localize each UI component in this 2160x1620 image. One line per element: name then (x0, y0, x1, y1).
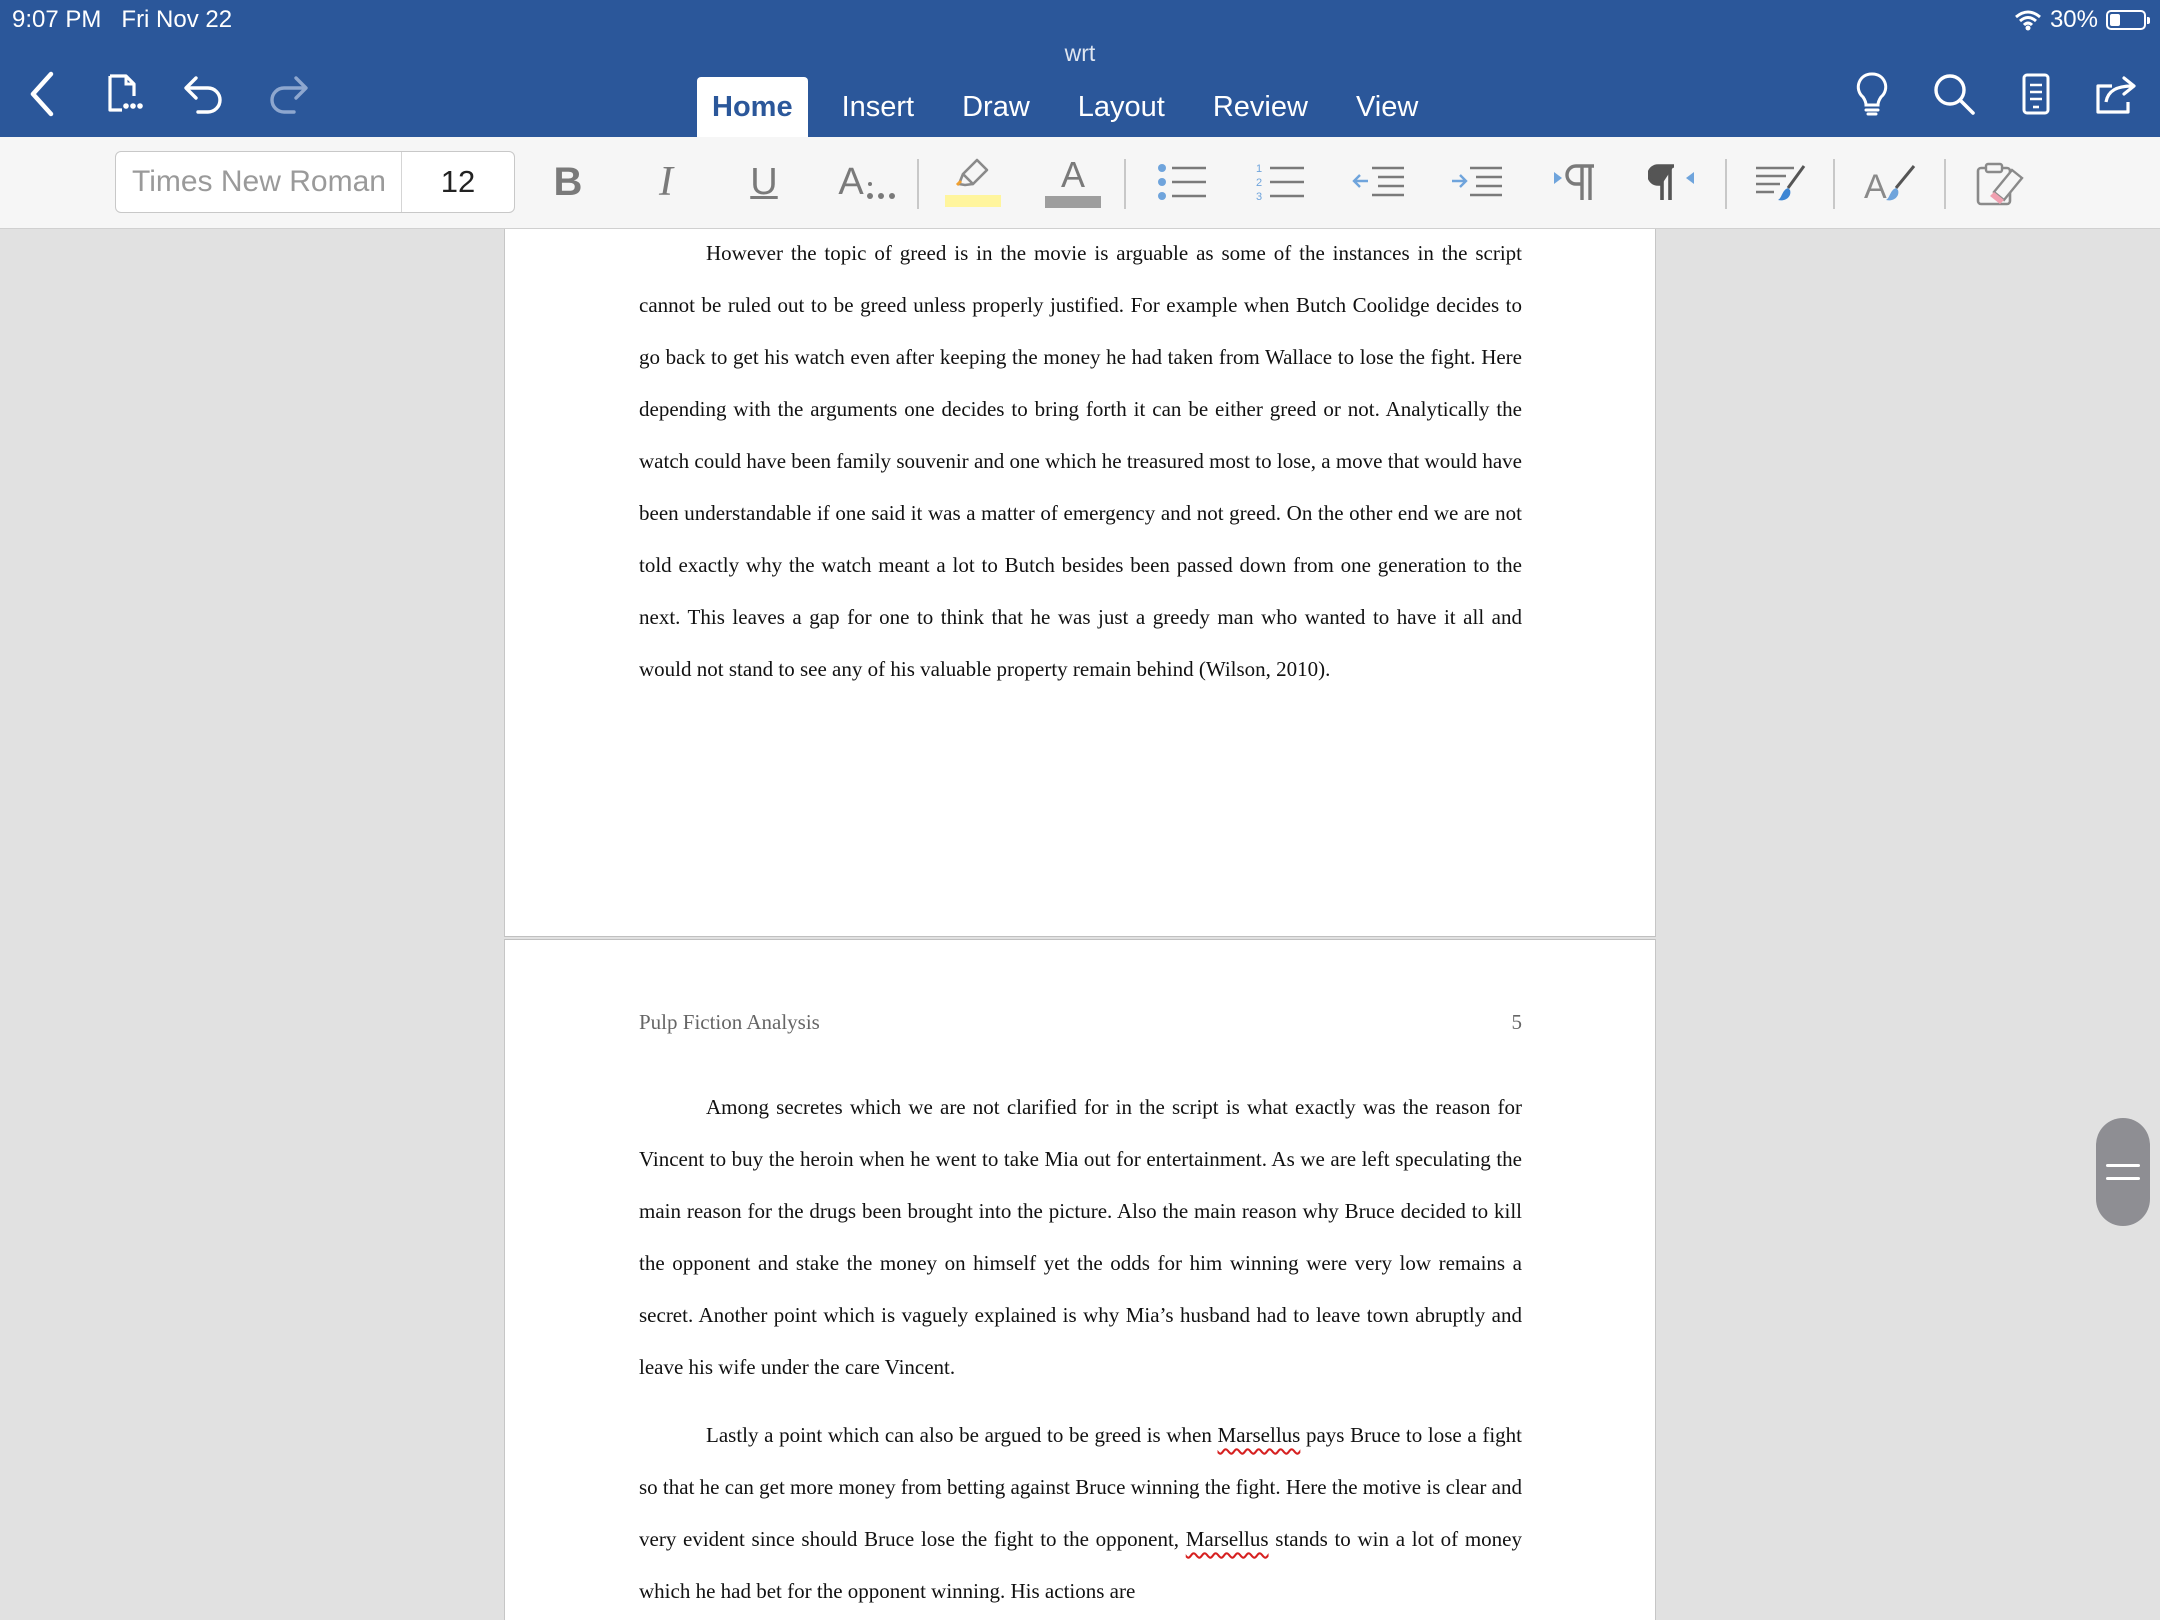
page-body: Among secretes which we are not clarifie… (639, 1081, 1522, 1617)
increase-indent-icon (1452, 166, 1502, 197)
more-font-label: A (838, 160, 864, 203)
highlight-button[interactable] (942, 151, 1004, 213)
tab-insert[interactable]: Insert (818, 77, 939, 137)
ribbon-divider (1725, 159, 1727, 209)
svg-text:3: 3 (1256, 191, 1262, 203)
body-paragraph[interactable]: Among secretes which we are not clarifie… (639, 1081, 1522, 1393)
font-color-button[interactable]: A (1042, 151, 1104, 213)
battery-icon (2106, 10, 2150, 30)
status-time: 9:07 PM Fri Nov 22 (12, 6, 232, 34)
ribbon-divider (1833, 159, 1835, 209)
tab-review[interactable]: Review (1189, 77, 1332, 137)
svg-text:2: 2 (1256, 177, 1262, 189)
scroll-handle[interactable] (2096, 1118, 2150, 1226)
document-page: However the topic of greed is in the mov… (504, 229, 1656, 937)
page-header: Pulp Fiction Analysis 5 (639, 1010, 1522, 1035)
status-date: Fri Nov 22 (121, 6, 233, 33)
bold-label: B (553, 159, 583, 204)
more-font-options-button[interactable]: A (834, 151, 904, 213)
redo-button[interactable] (262, 68, 314, 120)
svg-text:A: A (1864, 168, 1887, 204)
share-button[interactable] (2090, 68, 2142, 120)
underline-button[interactable]: U (736, 151, 792, 213)
left-to-right-icon (1554, 164, 1594, 200)
ltr-paragraph-button[interactable] (1544, 151, 1606, 213)
paragraph-text: Lastly a point which can also be argued … (706, 1423, 1218, 1447)
paste-format-button[interactable] (1968, 151, 2032, 213)
file-menu-icon (108, 74, 143, 112)
status-indicators: 30% (2014, 6, 2150, 34)
highlight-color-swatch (945, 195, 1001, 207)
highlighter-icon (955, 158, 989, 187)
search-button[interactable] (1928, 68, 1980, 120)
ribbon-divider (1944, 159, 1946, 209)
battery-fill (2110, 14, 2120, 26)
tab-view[interactable]: View (1332, 77, 1442, 137)
document-page: Pulp Fiction Analysis 5 Among secretes w… (504, 939, 1656, 1620)
misspelled-word[interactable]: Marsellus (1186, 1527, 1269, 1551)
page-body: However the topic of greed is in the mov… (639, 227, 1522, 695)
ribbon-divider (1124, 159, 1126, 209)
app-toolbar: 9:07 PM Fri Nov 22 30% wrt Home Insert D… (0, 0, 2160, 137)
bold-button[interactable]: B (540, 151, 596, 213)
font-color-swatch (1045, 196, 1101, 208)
ribbon-tabs: Home Insert Draw Layout Review View (697, 77, 1442, 137)
font-color-letter: A (1060, 154, 1085, 195)
undo-button[interactable] (178, 68, 230, 120)
decrease-indent-icon (1352, 166, 1404, 197)
back-button[interactable] (16, 68, 68, 120)
format-brush-icon: A (1864, 165, 1916, 204)
tab-home[interactable]: Home (697, 77, 808, 137)
bullets-button[interactable] (1152, 151, 1214, 213)
grip-line (2106, 1177, 2140, 1180)
mobile-view-icon (2022, 73, 2050, 115)
styles-icon (1756, 165, 1806, 201)
bulleted-list-icon (1158, 164, 1206, 200)
font-size-field[interactable]: 12 (402, 152, 514, 212)
grip-line (2106, 1164, 2140, 1167)
font-name-field[interactable]: Times New Roman (116, 152, 402, 212)
underline-label: U (750, 160, 778, 203)
right-to-left-icon (1648, 164, 1694, 200)
undo-icon (184, 76, 222, 114)
lightbulb-icon (1856, 72, 1888, 116)
italic-button[interactable]: I (638, 151, 694, 213)
styles-button[interactable] (1748, 151, 1812, 213)
status-clock: 9:07 PM (12, 6, 102, 33)
home-ribbon: Times New Roman 12 B I U A A 1 2 3 A (0, 137, 2160, 229)
clear-formatting-button[interactable]: A (1858, 151, 1922, 213)
document-title[interactable]: wrt (0, 40, 2160, 67)
more-dots-icon (866, 182, 895, 199)
chevron-left-icon (30, 71, 54, 117)
redo-icon (270, 76, 308, 114)
rtl-paragraph-button[interactable] (1642, 151, 1704, 213)
running-head[interactable]: Pulp Fiction Analysis (639, 1010, 820, 1035)
italic-label: I (659, 159, 673, 205)
tell-me-button[interactable] (1846, 68, 1898, 120)
body-paragraph[interactable]: Lastly a point which can also be argued … (639, 1409, 1522, 1617)
font-picker: Times New Roman 12 (115, 151, 515, 213)
tab-layout[interactable]: Layout (1054, 77, 1189, 137)
mobile-view-button[interactable] (2010, 68, 2062, 120)
tab-draw[interactable]: Draw (938, 77, 1054, 137)
numbered-list-icon: 1 2 3 (1256, 163, 1304, 203)
wifi-icon (2014, 10, 2041, 31)
body-paragraph[interactable]: However the topic of greed is in the mov… (639, 227, 1522, 695)
svg-text:1: 1 (1256, 163, 1262, 175)
search-icon (1934, 74, 1975, 115)
ribbon-divider (917, 159, 919, 209)
clipboard-eraser-icon (1976, 162, 2024, 206)
increase-indent-button[interactable] (1446, 151, 1508, 213)
file-menu-button[interactable] (96, 68, 148, 120)
share-icon (2096, 76, 2136, 114)
decrease-indent-button[interactable] (1348, 151, 1410, 213)
battery-percent: 30% (2049, 6, 2098, 33)
numbering-button[interactable]: 1 2 3 (1250, 151, 1312, 213)
misspelled-word[interactable]: Marsellus (1218, 1423, 1301, 1447)
page-number: 5 (1511, 1010, 1523, 1034)
